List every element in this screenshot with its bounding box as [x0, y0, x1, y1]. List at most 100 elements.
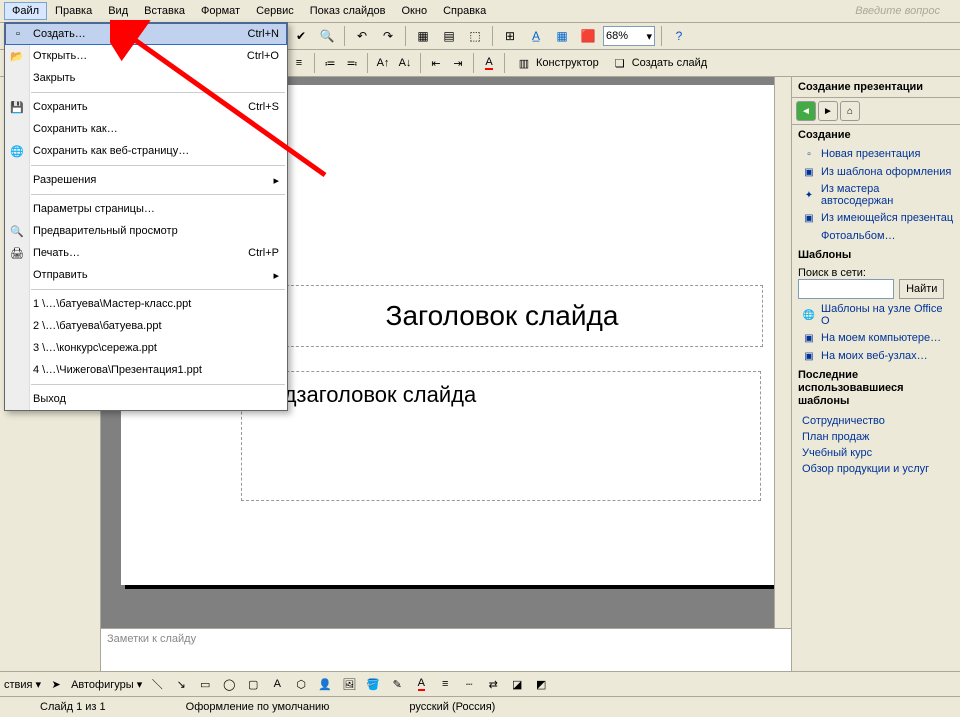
spellcheck-icon[interactable]: ✔ [290, 25, 312, 47]
menu-format[interactable]: Формат [193, 2, 248, 20]
search-input[interactable] [798, 279, 894, 299]
dash-style-icon[interactable]: ┄ [460, 675, 478, 693]
font-color-icon[interactable]: A [412, 675, 430, 693]
line-color-icon[interactable]: ✎ [388, 675, 406, 693]
ask-question-box[interactable]: Введите вопрос [855, 5, 960, 17]
align-left-icon[interactable]: ≡ [290, 54, 308, 72]
decrease-indent-icon[interactable]: ⇤ [427, 54, 445, 72]
decrease-font-icon[interactable]: A↓ [396, 54, 414, 72]
increase-font-icon[interactable]: A↑ [374, 54, 392, 72]
file-menu-item[interactable]: 2 \…\батуева\батуева.ppt [5, 315, 287, 337]
diagram-icon[interactable]: ⬡ [292, 675, 310, 693]
menu-item-label: Создать… [33, 28, 86, 40]
designer-button[interactable]: ▥Конструктор [511, 53, 603, 73]
autoshapes-menu[interactable]: Автофигуры ▾ [71, 678, 142, 691]
link-photo-album[interactable]: Фотоальбом… [792, 227, 960, 245]
file-menu-item[interactable]: Закрыть [5, 67, 287, 89]
menu-view[interactable]: Вид [100, 2, 136, 20]
menu-file[interactable]: Файл [4, 2, 47, 20]
forward-icon[interactable]: ► [818, 101, 838, 121]
wordart-icon[interactable]: A [268, 675, 286, 693]
back-icon[interactable]: ◄ [796, 101, 816, 121]
menu-slideshow[interactable]: Показ слайдов [302, 2, 394, 20]
save-icon: 💾 [9, 99, 25, 115]
line-icon[interactable]: ＼ [148, 675, 166, 693]
3d-icon[interactable]: ◩ [532, 675, 550, 693]
subtitle-placeholder[interactable]: Подзаголовок слайда [241, 371, 761, 501]
link-new-presentation[interactable]: ▫Новая презентация [792, 145, 960, 163]
chart-icon[interactable]: ▦ [412, 25, 434, 47]
status-lang: русский (Россия) [369, 701, 535, 713]
numbering-icon[interactable]: ≕ [343, 54, 361, 72]
recent-2[interactable]: План продаж [792, 429, 960, 445]
picture-icon[interactable]: 🖼 [340, 675, 358, 693]
link-on-websites[interactable]: ▣На моих веб-узлах… [792, 347, 960, 365]
preview-icon: 🔍 [9, 223, 25, 239]
research-icon[interactable]: 🔍 [316, 25, 338, 47]
file-menu-item[interactable]: 📂Открыть…Ctrl+O [5, 45, 287, 67]
file-menu-item[interactable]: Выход [5, 388, 287, 410]
file-menu-item[interactable]: 4 \…\Чижегова\Презентация1.ppt [5, 359, 287, 381]
arrow-style-icon[interactable]: ⇄ [484, 675, 502, 693]
help-icon[interactable]: ? [668, 25, 690, 47]
doc-icon: ▫ [802, 147, 816, 161]
actions-menu[interactable]: ствия ▾ [4, 678, 41, 691]
file-menu-item[interactable]: Сохранить как… [5, 118, 287, 140]
search-button[interactable]: Найти [899, 279, 944, 299]
menu-tools[interactable]: Сервис [248, 2, 302, 20]
hyperlink-icon[interactable]: ⬚ [464, 25, 486, 47]
clipart-icon[interactable]: 👤 [316, 675, 334, 693]
zoom-combo[interactable]: 68%▾ [603, 26, 655, 46]
fill-color-icon[interactable]: 🪣 [364, 675, 382, 693]
textbox-icon[interactable]: ▢ [244, 675, 262, 693]
new-doc-icon: ▫ [10, 26, 26, 42]
notes-pane[interactable]: Заметки к слайду [101, 628, 791, 671]
file-menu-item[interactable]: Разрешения▸ [5, 169, 287, 191]
new-slide-button[interactable]: ❏Создать слайд [607, 53, 711, 73]
file-menu-item[interactable]: 1 \…\батуева\Мастер-класс.ppt [5, 293, 287, 315]
file-menu-item[interactable]: Параметры страницы… [5, 198, 287, 220]
expand-icon[interactable]: ⊞ [499, 25, 521, 47]
home-icon[interactable]: ⌂ [840, 101, 860, 121]
line-style-icon[interactable]: ≡ [436, 675, 454, 693]
existing-icon: ▣ [802, 211, 816, 225]
font-color-icon[interactable]: A [480, 54, 498, 72]
undo-icon[interactable]: ↶ [351, 25, 373, 47]
title-placeholder[interactable]: Заголовок слайда [241, 285, 763, 347]
oval-icon[interactable]: ◯ [220, 675, 238, 693]
menu-help[interactable]: Справка [435, 2, 494, 20]
pointer-icon[interactable]: ➤ [47, 675, 65, 693]
rectangle-icon[interactable]: ▭ [196, 675, 214, 693]
redo-icon[interactable]: ↷ [377, 25, 399, 47]
file-menu-item[interactable]: ▫Создать…Ctrl+N [5, 23, 287, 45]
show-formatting-icon[interactable]: A̲ [525, 25, 547, 47]
menu-shortcut: Ctrl+S [248, 101, 279, 113]
color-icon[interactable]: 🟥 [577, 25, 599, 47]
file-menu-item[interactable]: Отправить▸ [5, 264, 287, 286]
table-icon[interactable]: ▤ [438, 25, 460, 47]
grid-icon[interactable]: ▦ [551, 25, 573, 47]
link-from-existing[interactable]: ▣Из имеющейся презентац [792, 209, 960, 227]
shadow-icon[interactable]: ◪ [508, 675, 526, 693]
link-from-wizard[interactable]: ✦Из мастера автосодержан [792, 181, 960, 209]
task-pane: Создание презентации ◄ ► ⌂ Создание ▫Нов… [791, 77, 960, 671]
vertical-scrollbar[interactable] [774, 77, 791, 628]
file-menu-item[interactable]: 🖨Печать…Ctrl+P [5, 242, 287, 264]
link-from-template[interactable]: ▣Из шаблона оформления [792, 163, 960, 181]
menu-edit[interactable]: Правка [47, 2, 100, 20]
increase-indent-icon[interactable]: ⇥ [449, 54, 467, 72]
file-menu-item[interactable]: 🌐Сохранить как веб-страницу… [5, 140, 287, 162]
bullets-icon[interactable]: ≔ [321, 54, 339, 72]
link-on-computer[interactable]: ▣На моем компьютере… [792, 329, 960, 347]
menu-insert[interactable]: Вставка [136, 2, 193, 20]
file-menu-item[interactable]: 🔍Предварительный просмотр [5, 220, 287, 242]
recent-1[interactable]: Сотрудничество [792, 413, 960, 429]
link-office-online[interactable]: 🌐Шаблоны на узле Office O [792, 301, 960, 329]
recent-4[interactable]: Обзор продукции и услуг [792, 461, 960, 477]
statusbar: Слайд 1 из 1 Оформление по умолчанию рус… [0, 696, 960, 717]
file-menu-item[interactable]: 💾СохранитьCtrl+S [5, 96, 287, 118]
menu-window[interactable]: Окно [394, 2, 436, 20]
file-menu-item[interactable]: 3 \…\конкурс\сережа.ppt [5, 337, 287, 359]
arrow-icon[interactable]: ↘ [172, 675, 190, 693]
recent-3[interactable]: Учебный курс [792, 445, 960, 461]
